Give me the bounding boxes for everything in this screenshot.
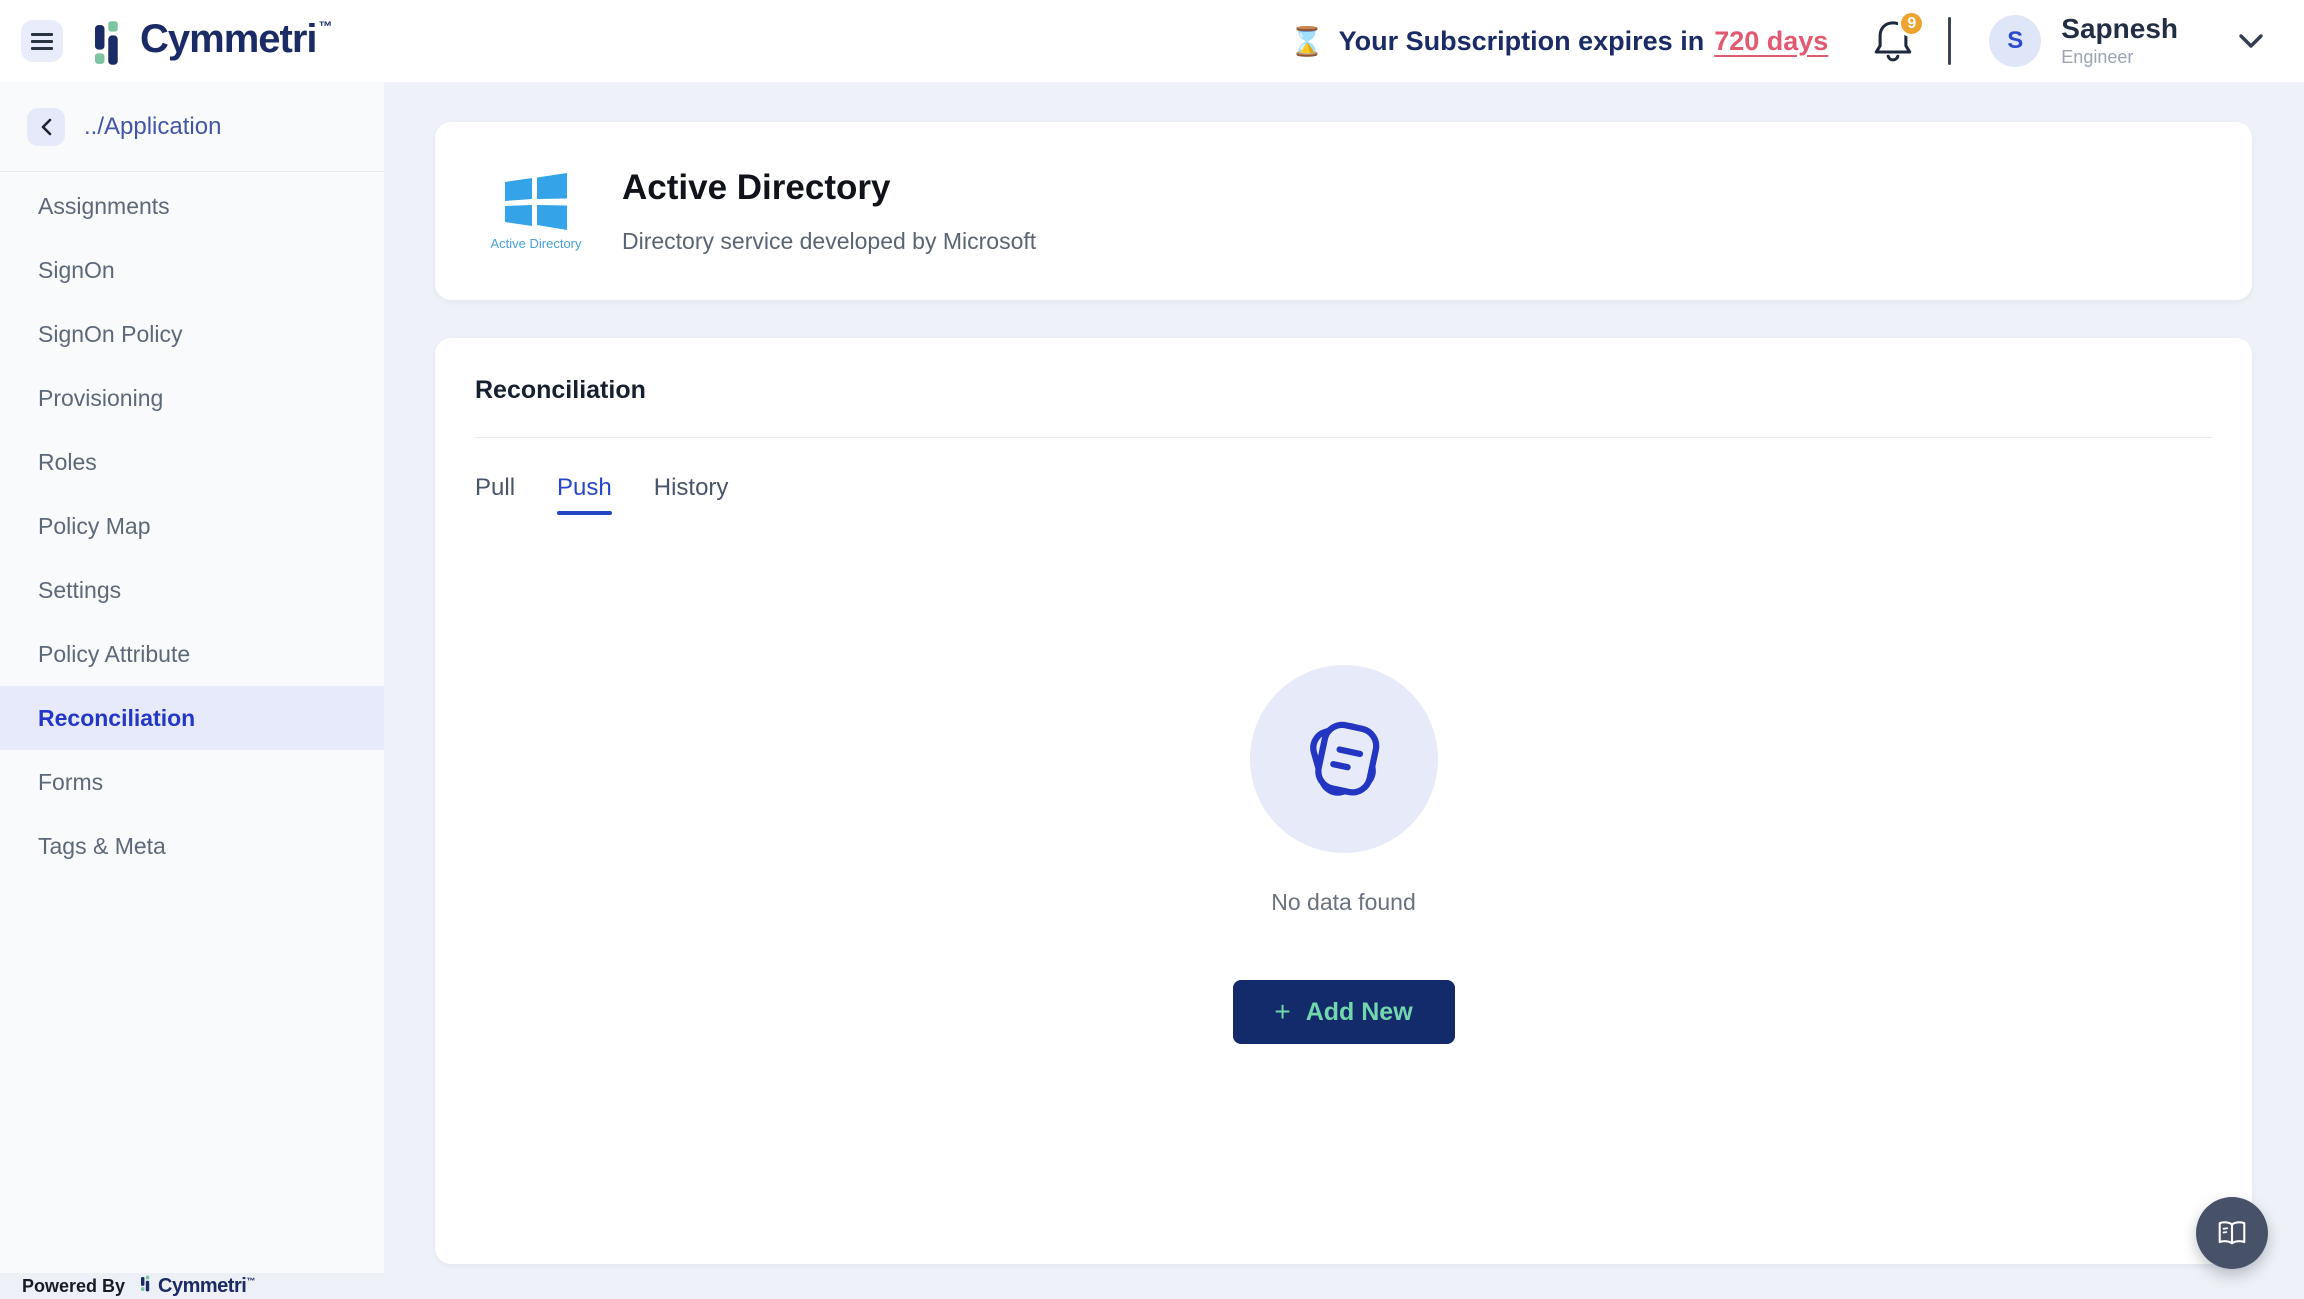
- sidebar-item-label: SignOn: [38, 257, 115, 284]
- sidebar-item-reconciliation[interactable]: Reconciliation: [0, 686, 384, 750]
- sidebar-item-roles[interactable]: Roles: [0, 430, 384, 494]
- sidebar-item-label: Policy Attribute: [38, 641, 190, 668]
- sidebar-item-assignments[interactable]: Assignments: [0, 174, 384, 238]
- notification-count-badge: 9: [1898, 10, 1925, 37]
- hamburger-menu-button[interactable]: [21, 20, 63, 62]
- open-book-icon: [2215, 1218, 2249, 1248]
- sidebar: ../Application Assignments SignOn SignOn…: [0, 82, 384, 1273]
- page: Cymmetri ™ ⌛ Your Subscription expires i…: [0, 0, 2304, 1299]
- avatar-initial: S: [2007, 27, 2023, 55]
- hourglass-icon: ⌛: [1290, 25, 1325, 58]
- reconciliation-card: Reconciliation Pull Push History: [435, 338, 2252, 1264]
- tab-pull[interactable]: Pull: [475, 474, 515, 515]
- no-data-documents-icon: [1294, 709, 1394, 809]
- user-avatar[interactable]: S: [1989, 15, 2041, 67]
- active-directory-logo: Active Directory: [488, 172, 584, 251]
- chevron-left-icon: [39, 117, 53, 137]
- sidebar-item-tags-meta[interactable]: Tags & Meta: [0, 814, 384, 878]
- tab-history[interactable]: History: [654, 474, 729, 515]
- sidebar-back-row: ../Application: [0, 82, 384, 172]
- reconciliation-tabs: Pull Push History: [475, 474, 2212, 515]
- tab-push[interactable]: Push: [557, 474, 612, 515]
- sidebar-item-label: Reconciliation: [38, 705, 195, 732]
- notifications-button[interactable]: 9: [1872, 17, 1914, 65]
- sidebar-item-label: Settings: [38, 577, 121, 604]
- subscription-days-link[interactable]: 720 days: [1714, 26, 1828, 57]
- app-logo-caption: Active Directory: [490, 236, 581, 251]
- section-divider: [475, 437, 2212, 438]
- add-new-button-label: Add New: [1306, 998, 1413, 1027]
- cymmetri-logo-icon: [141, 1275, 154, 1292]
- header-divider: [1948, 17, 1951, 65]
- footer: Powered By Cymmetri ™: [0, 1273, 2304, 1299]
- empty-state-illustration: [1250, 665, 1438, 853]
- user-menu-toggle[interactable]: [2236, 26, 2266, 56]
- footer-brand-trademark: ™: [246, 1276, 255, 1286]
- tab-label: Push: [557, 474, 612, 501]
- main-content: Active Directory Active Directory Direct…: [384, 82, 2304, 1299]
- tab-label: Pull: [475, 474, 515, 501]
- cymmetri-logo-icon: [95, 20, 131, 66]
- sidebar-item-label: Tags & Meta: [38, 833, 166, 860]
- top-bar: Cymmetri ™ ⌛ Your Subscription expires i…: [0, 0, 2304, 82]
- footer-brand-logo: Cymmetri ™: [141, 1275, 255, 1297]
- page-subtitle: Directory service developed by Microsoft: [622, 228, 1036, 255]
- back-button[interactable]: [27, 108, 65, 146]
- app-titles: Active Directory Directory service devel…: [622, 168, 1036, 255]
- windows-logo-icon: [503, 172, 569, 230]
- sidebar-item-settings[interactable]: Settings: [0, 558, 384, 622]
- brand-name: Cymmetri: [140, 16, 317, 62]
- empty-state: No data found + Add New: [475, 665, 2212, 1044]
- page-title: Active Directory: [622, 168, 1036, 208]
- documentation-floating-button[interactable]: [2196, 1197, 2268, 1269]
- chevron-down-icon: [2236, 26, 2266, 56]
- brand-logo: Cymmetri ™: [95, 16, 333, 66]
- subscription-notice: ⌛ Your Subscription expires in 720 days: [1290, 25, 1829, 58]
- breadcrumb[interactable]: ../Application: [84, 113, 221, 141]
- section-title: Reconciliation: [475, 376, 2212, 405]
- sidebar-item-policy-attribute[interactable]: Policy Attribute: [0, 622, 384, 686]
- sidebar-nav: Assignments SignOn SignOn Policy Provisi…: [0, 172, 384, 878]
- user-name: Sapnesh: [2061, 14, 2178, 44]
- sidebar-item-provisioning[interactable]: Provisioning: [0, 366, 384, 430]
- footer-brand-name: Cymmetri: [158, 1275, 246, 1297]
- powered-by-label: Powered By: [22, 1276, 125, 1297]
- sidebar-item-label: Forms: [38, 769, 103, 796]
- sidebar-item-label: Policy Map: [38, 513, 150, 540]
- sidebar-item-label: Assignments: [38, 193, 170, 220]
- user-meta: Sapnesh Engineer: [2061, 14, 2178, 68]
- sidebar-item-forms[interactable]: Forms: [0, 750, 384, 814]
- top-bar-right: ⌛ Your Subscription expires in 720 days …: [1290, 14, 2266, 68]
- plus-icon: +: [1274, 998, 1290, 1026]
- sidebar-item-signon-policy[interactable]: SignOn Policy: [0, 302, 384, 366]
- tab-label: History: [654, 474, 729, 501]
- user-role: Engineer: [2061, 47, 2178, 68]
- sidebar-item-label: Provisioning: [38, 385, 163, 412]
- app-header-card: Active Directory Active Directory Direct…: [435, 122, 2252, 300]
- sidebar-item-signon[interactable]: SignOn: [0, 238, 384, 302]
- sidebar-item-label: SignOn Policy: [38, 321, 182, 348]
- subscription-text: Your Subscription expires in: [1339, 26, 1705, 57]
- add-new-button[interactable]: + Add New: [1233, 980, 1455, 1044]
- empty-state-message: No data found: [1271, 889, 1416, 916]
- sidebar-item-policy-map[interactable]: Policy Map: [0, 494, 384, 558]
- sidebar-item-label: Roles: [38, 449, 97, 476]
- brand-trademark: ™: [319, 18, 333, 34]
